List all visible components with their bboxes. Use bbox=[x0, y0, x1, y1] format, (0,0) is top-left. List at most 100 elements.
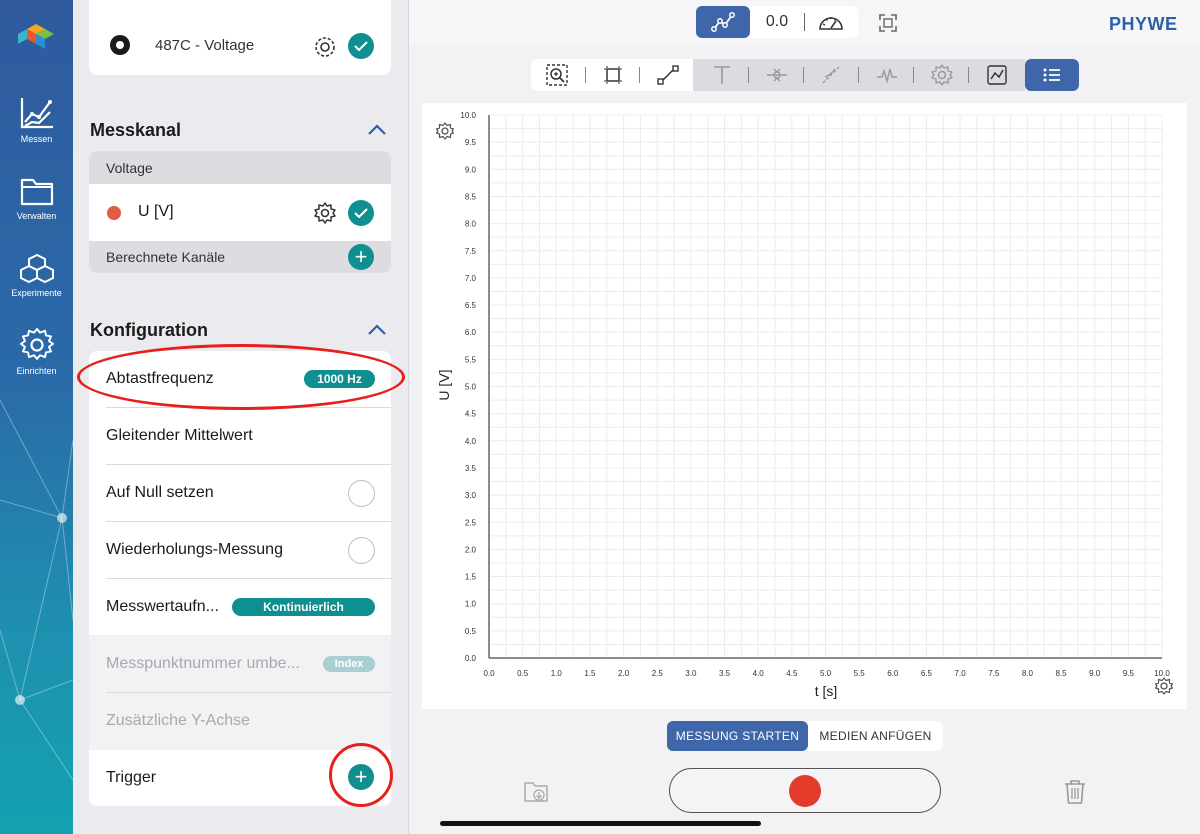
folder-download-icon[interactable] bbox=[522, 777, 550, 805]
toolbar-inactive-group bbox=[693, 59, 1025, 91]
config-card: Abtastfrequenz 1000 Hz Gleitender Mittel… bbox=[89, 351, 391, 806]
x-tick-label: 9.5 bbox=[1123, 669, 1135, 678]
x-tick-label: 3.0 bbox=[685, 669, 697, 678]
voltage-time-chart: 0.0 0.5 1.0 1.5 2.0 2.5 3.0 3.5 4.0 4.5 5.0 5.5 6.0 6… bbox=[435, 111, 1174, 699]
config-label: Messwertaufn... bbox=[106, 598, 219, 615]
divider bbox=[748, 67, 749, 83]
divider bbox=[803, 67, 804, 83]
y-tick-label: 9.5 bbox=[465, 138, 477, 147]
list-view-button[interactable] bbox=[1025, 59, 1079, 91]
rail-item-messen[interactable]: Messen bbox=[0, 96, 73, 144]
graph-mode-button[interactable] bbox=[696, 6, 750, 38]
start-measurement-tab[interactable]: MESSUNG STARTEN bbox=[667, 721, 808, 751]
attach-media-tab[interactable]: MEDIEN ANFÜGEN bbox=[808, 721, 943, 751]
chevron-up-icon[interactable] bbox=[367, 323, 387, 337]
x-tick-label: 7.5 bbox=[988, 669, 1000, 678]
add-trigger-button[interactable]: + bbox=[348, 764, 374, 790]
divider bbox=[858, 67, 859, 83]
fit-view-icon[interactable] bbox=[601, 63, 625, 87]
y-tick-label: 6.0 bbox=[465, 328, 477, 337]
rail-item-einrichten[interactable]: Einrichten bbox=[0, 328, 73, 376]
point-numbering-badge: Index bbox=[323, 656, 375, 672]
sensor-card: 487C - Voltage bbox=[89, 0, 391, 75]
acquisition-mode-badge[interactable]: Kontinuierlich bbox=[232, 598, 375, 616]
y-tick-label: 4.5 bbox=[465, 410, 477, 419]
x-tick-label: 0.0 bbox=[483, 669, 495, 678]
channel-settings-icon[interactable] bbox=[313, 201, 337, 225]
chart-settings-icon bbox=[435, 122, 455, 140]
channel-active-check[interactable] bbox=[348, 200, 374, 226]
config-row-repeat[interactable]: Wiederholungs-Messung bbox=[89, 522, 391, 578]
x-tick-label: 0.5 bbox=[517, 669, 529, 678]
sampling-rate-value-badge: 1000 Hz bbox=[304, 370, 375, 388]
y-tick-label: 5.0 bbox=[465, 383, 477, 392]
graph-toolbar bbox=[531, 59, 1079, 91]
y-tick-label: 3.0 bbox=[465, 491, 477, 500]
signal-tool-icon bbox=[877, 68, 897, 84]
section-title-messkanal: Messkanal bbox=[90, 120, 182, 140]
config-label: Gleitender Mittelwert bbox=[106, 427, 253, 444]
rail-label: Messen bbox=[20, 134, 53, 144]
y-tick-label: 4.0 bbox=[465, 437, 477, 446]
x-axis-settings-icon bbox=[1154, 677, 1174, 695]
sensor-active-check[interactable] bbox=[348, 33, 374, 59]
x-tick-label: 4.0 bbox=[753, 669, 765, 678]
cubes-icon bbox=[19, 253, 54, 284]
sensor-settings-icon[interactable] bbox=[313, 35, 337, 59]
x-tick-label: 5.5 bbox=[854, 669, 866, 678]
x-tick-label: 2.5 bbox=[652, 669, 664, 678]
x-tick-label: 1.0 bbox=[551, 669, 563, 678]
text-tool-icon bbox=[714, 66, 730, 84]
sensor-icon bbox=[110, 35, 130, 55]
config-label: Wiederholungs-Messung bbox=[106, 541, 283, 558]
phywe-logo-icon bbox=[18, 24, 54, 49]
zoom-area-icon[interactable] bbox=[545, 63, 569, 87]
config-row-moving-average[interactable]: Gleitender Mittelwert bbox=[89, 408, 391, 464]
divider bbox=[913, 67, 914, 83]
x-tick-label: 2.0 bbox=[618, 669, 630, 678]
record-button[interactable] bbox=[669, 768, 941, 813]
zero-toggle[interactable] bbox=[348, 480, 375, 507]
y-tick-label: 2.0 bbox=[465, 545, 477, 554]
config-row-point-numbering: Messpunktnummer umbe... Index bbox=[89, 636, 391, 692]
record-icon bbox=[789, 775, 821, 807]
x-tick-label: 1.5 bbox=[584, 669, 596, 678]
channel-group-label: Voltage bbox=[106, 159, 153, 176]
y-tick-label: 6.5 bbox=[465, 301, 477, 310]
fullscreen-icon[interactable] bbox=[877, 12, 899, 34]
chart-grid bbox=[488, 114, 1163, 659]
x-tick-label: 4.5 bbox=[786, 669, 798, 678]
app: Messen Verwalten Experimente Einrichten bbox=[0, 0, 1200, 834]
y-tick-label: 2.5 bbox=[465, 518, 477, 527]
check-icon bbox=[354, 208, 368, 219]
config-row-zero[interactable]: Auf Null setzen bbox=[89, 465, 391, 521]
rail-item-verwalten[interactable]: Verwalten bbox=[0, 175, 73, 221]
config-label: Messpunktnummer umbe... bbox=[106, 655, 300, 672]
gear-icon bbox=[19, 328, 54, 360]
config-row-sampling-rate[interactable]: Abtastfrequenz 1000 Hz bbox=[89, 351, 391, 407]
top-bar: 0.0 PHYWE bbox=[409, 0, 1200, 46]
rail-item-experimente[interactable]: Experimente bbox=[0, 252, 73, 298]
settings-panel: 487C - Voltage Messkanal Voltage U [V] B… bbox=[73, 0, 409, 834]
channel-row[interactable]: U [V] bbox=[89, 184, 391, 241]
config-label: Trigger bbox=[106, 769, 157, 786]
divider bbox=[968, 67, 969, 83]
plot-area[interactable]: 0.0 0.5 1.0 1.5 2.0 2.5 3.0 3.5 4.0 4.5 5.0 5.5 6.0 6… bbox=[422, 103, 1187, 709]
config-row-trigger[interactable]: Trigger + bbox=[89, 750, 391, 806]
live-value-button[interactable]: 0.0 bbox=[752, 13, 802, 31]
line-tool-icon[interactable] bbox=[656, 63, 680, 87]
config-label: Zusätzliche Y-Achse bbox=[106, 712, 251, 729]
x-tick-label: 6.5 bbox=[921, 669, 933, 678]
folder-icon bbox=[20, 178, 53, 206]
network-decoration bbox=[0, 399, 73, 781]
chevron-up-icon[interactable] bbox=[367, 123, 387, 137]
config-row-acquisition-mode[interactable]: Messwertaufn... Kontinuierlich bbox=[89, 579, 391, 635]
chart-line-icon bbox=[20, 98, 53, 129]
gauge-icon[interactable] bbox=[817, 12, 845, 32]
view-mode-group: 0.0 bbox=[696, 6, 858, 38]
add-computed-channel-button[interactable]: + bbox=[348, 244, 374, 270]
x-tick-label: 10.0 bbox=[1154, 669, 1170, 678]
trash-icon[interactable] bbox=[1062, 778, 1088, 806]
repeat-toggle[interactable] bbox=[348, 537, 375, 564]
curve-fit-icon[interactable] bbox=[985, 63, 1009, 87]
